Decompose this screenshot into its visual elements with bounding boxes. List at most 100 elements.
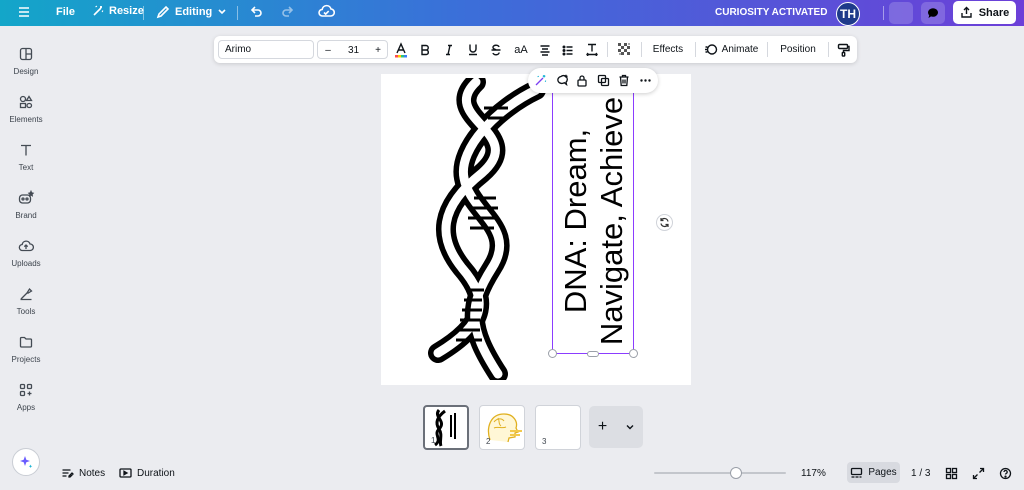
more-options-button[interactable] xyxy=(635,71,655,90)
dna-helix-illustration[interactable] xyxy=(418,78,550,380)
pages-view-button[interactable]: Pages xyxy=(847,462,900,483)
alignment-button[interactable] xyxy=(536,36,554,63)
left-sidebar: Design Elements Text Brand Uploads Tools… xyxy=(0,26,52,464)
resize-handle-bottom-left[interactable] xyxy=(548,349,557,358)
lock-button[interactable] xyxy=(572,71,592,90)
bottom-bar: Notes Duration 117% Pages 1 / 3 xyxy=(0,462,1024,484)
avatar[interactable]: TH xyxy=(836,2,860,26)
toolbar-divider xyxy=(607,42,608,57)
apps-icon xyxy=(19,383,33,397)
font-family-dropdown[interactable]: Arimo xyxy=(218,40,314,59)
menu-button[interactable] xyxy=(17,5,31,19)
comments-button[interactable] xyxy=(921,2,945,24)
brand-icon xyxy=(18,190,35,204)
zoom-slider-track[interactable] xyxy=(654,472,786,474)
page-counter[interactable]: 1 / 3 xyxy=(911,462,930,484)
fullscreen-button[interactable] xyxy=(972,462,985,484)
sidebar-item-projects[interactable]: Projects xyxy=(0,334,52,364)
zoom-percentage[interactable]: 117% xyxy=(801,462,826,484)
sidebar-item-text[interactable]: Text xyxy=(0,142,52,172)
undo-button[interactable] xyxy=(249,5,263,19)
notes-icon xyxy=(62,469,74,478)
plus-icon xyxy=(867,8,877,18)
add-page-options-button[interactable] xyxy=(616,406,643,448)
animate-button[interactable]: Animate xyxy=(700,36,762,63)
list-button[interactable] xyxy=(559,36,577,63)
sidebar-item-design[interactable]: Design xyxy=(0,46,52,76)
resize-handle-bottom-right[interactable] xyxy=(629,349,638,358)
resize-button[interactable]: Resize xyxy=(92,5,144,17)
project-title[interactable]: CURIOSITY ACTIVATED xyxy=(715,7,827,18)
delete-button[interactable] xyxy=(614,71,634,90)
transparency-button[interactable] xyxy=(613,36,635,63)
strikethrough-button[interactable] xyxy=(486,36,506,63)
redo-icon xyxy=(282,6,294,17)
editing-label: Editing xyxy=(175,6,213,18)
underline-icon xyxy=(469,44,477,56)
duration-button[interactable]: Duration xyxy=(119,462,175,484)
redo-button[interactable] xyxy=(281,5,295,19)
minus-label: – xyxy=(325,45,331,56)
chevron-down-icon xyxy=(218,9,226,15)
sidebar-item-elements[interactable]: Elements xyxy=(0,94,52,124)
text-color-button[interactable] xyxy=(391,36,411,63)
file-menu[interactable]: File xyxy=(56,6,75,18)
chevron-down-icon xyxy=(626,425,633,430)
duplicate-button[interactable] xyxy=(593,71,613,90)
topbar-divider xyxy=(883,6,884,20)
font-size-input[interactable]: 31 xyxy=(340,37,367,64)
add-comment-button[interactable] xyxy=(551,71,571,90)
invite-button[interactable] xyxy=(860,2,884,24)
magic-edit-button[interactable] xyxy=(530,71,550,90)
position-button[interactable]: Position xyxy=(772,36,824,63)
decrease-font-size-button[interactable]: – xyxy=(318,37,338,64)
sidebar-item-label: Apps xyxy=(16,403,36,412)
underline-button[interactable] xyxy=(464,36,482,63)
effects-button[interactable]: Effects xyxy=(646,36,690,63)
sidebar-item-label: Projects xyxy=(11,355,41,364)
pages-label: Pages xyxy=(868,467,897,478)
help-button[interactable] xyxy=(999,462,1012,484)
trash-icon xyxy=(619,74,629,87)
zoom-slider-thumb[interactable] xyxy=(729,467,742,479)
page-number: 2 xyxy=(486,437,491,446)
position-label: Position xyxy=(780,44,816,55)
page-number: 1 xyxy=(431,436,436,445)
italic-button[interactable] xyxy=(440,36,458,63)
sidebar-item-uploads[interactable]: Uploads xyxy=(0,238,52,268)
font-size-control: – 31 + xyxy=(317,40,388,59)
increase-font-size-button[interactable]: + xyxy=(368,37,388,64)
page-thumbnail[interactable]: 2 xyxy=(479,405,525,450)
sidebar-item-tools[interactable]: Tools xyxy=(0,286,52,316)
copy-style-button[interactable] xyxy=(833,36,853,63)
sidebar-item-apps[interactable]: Apps xyxy=(0,382,52,412)
page-thumbnail[interactable]: 3 xyxy=(535,405,581,450)
notes-button[interactable]: Notes xyxy=(61,462,105,484)
sidebar-item-brand[interactable]: Brand xyxy=(0,190,52,220)
share-button[interactable]: Share xyxy=(953,1,1016,24)
page-thumbnail[interactable]: 1 xyxy=(423,405,469,450)
add-page-button[interactable]: + xyxy=(589,406,616,448)
cloud-save-status[interactable] xyxy=(318,4,335,19)
pencil-icon xyxy=(156,5,170,19)
font-family-value: Arimo xyxy=(225,44,252,55)
letter-case-button[interactable]: aA xyxy=(510,36,532,63)
insights-button[interactable] xyxy=(889,2,913,24)
element-quick-actions xyxy=(528,68,658,93)
help-icon xyxy=(999,467,1012,479)
bold-button[interactable] xyxy=(416,36,434,63)
spacing-button[interactable] xyxy=(583,36,601,63)
sidebar-item-label: Elements xyxy=(9,115,43,124)
animate-label: Animate xyxy=(721,44,759,55)
rotate-handle[interactable] xyxy=(656,214,673,231)
resize-handle-bottom[interactable] xyxy=(587,351,599,357)
expand-icon xyxy=(972,467,985,479)
editing-mode-button[interactable]: Editing xyxy=(156,5,227,19)
grid-view-button[interactable] xyxy=(945,462,958,484)
paint-roller-icon xyxy=(837,43,850,57)
text-formatting-toolbar: Arimo – 31 + aA Effects Animate Position xyxy=(214,36,857,63)
share-upload-icon xyxy=(961,6,972,18)
elements-icon xyxy=(19,95,33,109)
projects-icon xyxy=(19,336,33,348)
toolbar-divider xyxy=(767,42,768,57)
